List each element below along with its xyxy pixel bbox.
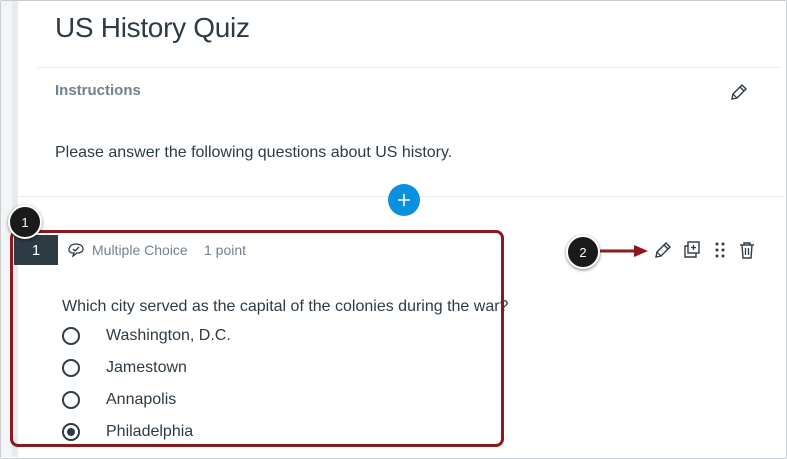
question-text: Which city served as the capital of the … bbox=[62, 298, 509, 315]
radio-button[interactable] bbox=[62, 359, 80, 377]
callout-marker-2: 2 bbox=[566, 235, 600, 269]
pencil-icon[interactable] bbox=[653, 240, 673, 260]
trash-icon[interactable] bbox=[737, 240, 757, 260]
radio-button[interactable] bbox=[62, 327, 80, 345]
pencil-icon[interactable] bbox=[729, 82, 749, 102]
radio-button[interactable] bbox=[62, 391, 80, 409]
copy-icon[interactable] bbox=[682, 240, 702, 260]
list-item[interactable]: Philadelphia bbox=[62, 419, 193, 445]
question-points: 1 point bbox=[204, 242, 247, 258]
title-divider bbox=[38, 67, 781, 68]
list-item[interactable]: Annapolis bbox=[62, 387, 176, 413]
choice-label: Annapolis bbox=[106, 391, 177, 408]
quiz-title: US History Quiz bbox=[55, 12, 250, 43]
list-item[interactable]: Jamestown bbox=[62, 355, 187, 381]
callout-arrow bbox=[598, 243, 650, 259]
choice-label: Jamestown bbox=[106, 359, 187, 376]
instructions-text: Please answer the following questions ab… bbox=[55, 144, 453, 161]
choice-label: Washington, D.C. bbox=[106, 327, 231, 344]
drag-handle-icon[interactable] bbox=[710, 240, 730, 260]
choice-label: Philadelphia bbox=[106, 423, 194, 440]
list-item[interactable]: Washington, D.C. bbox=[62, 323, 231, 349]
instructions-label: Instructions bbox=[55, 82, 141, 99]
multiple-choice-icon bbox=[67, 241, 85, 259]
add-question-button[interactable] bbox=[388, 184, 420, 216]
callout-marker-1: 1 bbox=[8, 205, 42, 239]
question-number: 1 bbox=[14, 235, 58, 265]
plus-icon bbox=[398, 194, 410, 206]
radio-button-selected[interactable] bbox=[62, 423, 80, 441]
question-type: Multiple Choice bbox=[92, 242, 188, 258]
